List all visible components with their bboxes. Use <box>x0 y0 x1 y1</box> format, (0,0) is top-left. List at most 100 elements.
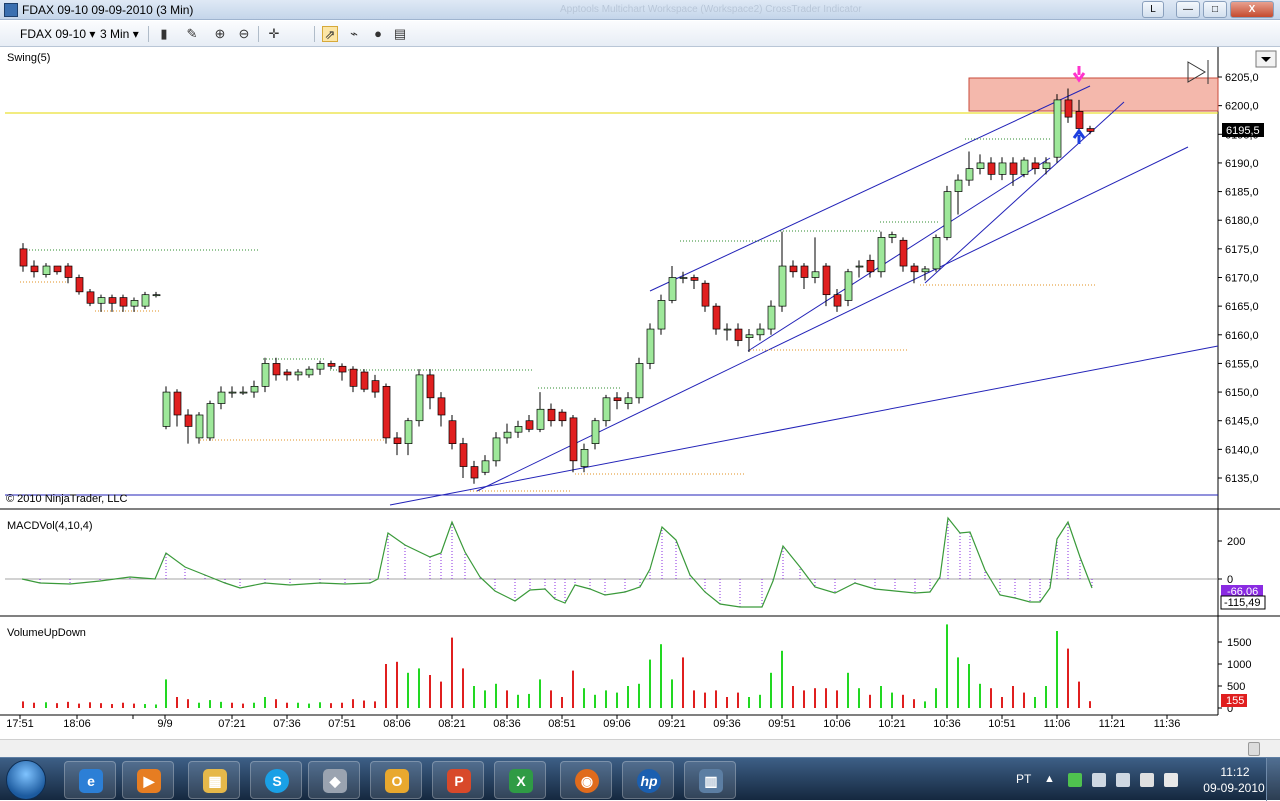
candle-body <box>778 265 787 307</box>
minimize-button[interactable]: — <box>1176 1 1200 18</box>
candle-body <box>119 297 128 307</box>
instrument-dropdown-icon: ▾ <box>89 27 96 41</box>
device-tray-icon[interactable] <box>1140 773 1154 787</box>
taskbar-skype[interactable]: S <box>250 761 302 799</box>
candle-body <box>536 408 545 430</box>
candle-body <box>767 305 776 330</box>
candle-body <box>525 420 534 430</box>
time-tick-label: 09:36 <box>713 718 741 730</box>
clock-time[interactable]: 11:12 <box>1210 765 1260 779</box>
candle-body <box>53 265 62 273</box>
scrollbar-thumb[interactable] <box>1248 742 1260 756</box>
taskbar-hp[interactable]: hp <box>622 761 674 799</box>
time-tick-label: 07:21 <box>218 718 246 730</box>
candle-body <box>152 294 161 297</box>
trendline <box>389 345 1219 506</box>
flag-tray-icon[interactable] <box>1092 773 1106 787</box>
chart-toolbar: FDAX 09-10 ▾ 3 Min ▾ ▮ ✎ ⊕ ⊖ ✛ ⇗ ⌁ ● ▤ <box>0 21 1280 47</box>
horizontal-scrollbar[interactable] <box>0 739 1280 757</box>
price-tick-label: 6180,0 <box>1225 215 1259 227</box>
candle-body <box>305 368 314 376</box>
macd-tick-label: 0 <box>1227 574 1233 586</box>
ninjatrader-app-icon <box>4 3 18 17</box>
volume-tray-icon[interactable] <box>1164 773 1178 787</box>
language-indicator[interactable]: PT <box>1016 772 1031 786</box>
candle-body <box>195 414 204 439</box>
candle-body <box>624 397 633 404</box>
start-button[interactable] <box>6 760 46 800</box>
chart-canvas[interactable]: 6205,06200,06195,06190,06185,06180,06175… <box>0 47 1280 737</box>
instrument-selector[interactable]: FDAX 09-10 ▾ <box>20 25 95 43</box>
link-mode-button[interactable]: L <box>1142 1 1164 18</box>
macd-panel-label: MACDVol(4,10,4) <box>7 520 93 532</box>
candle-body <box>97 297 106 304</box>
candle-body <box>75 277 84 293</box>
last-price-label: 6195,5 <box>1226 125 1260 137</box>
taskbar-ninjatrader[interactable]: ◆ <box>308 761 360 799</box>
zoom-in-icon[interactable]: ⊕ <box>212 26 228 42</box>
data-box-icon[interactable]: ▤ <box>392 26 408 42</box>
network-tray-icon[interactable] <box>1068 773 1082 787</box>
taskbar-app[interactable]: ▥ <box>684 761 736 799</box>
candle-body <box>86 291 95 304</box>
time-tick-label: 11:21 <box>1099 718 1126 730</box>
maximize-button[interactable]: □ <box>1203 1 1227 18</box>
candle-body <box>30 265 39 273</box>
taskbar-firefox[interactable]: ◉ <box>560 761 612 799</box>
candle-body <box>877 237 886 273</box>
time-tick-label: 09:51 <box>768 718 796 730</box>
candle-body <box>712 305 721 330</box>
show-desktop-button[interactable] <box>1266 758 1280 801</box>
close-button[interactable]: X <box>1230 1 1274 18</box>
strategy-icon[interactable]: ⇗ <box>322 26 338 42</box>
candle-body <box>558 411 567 422</box>
candle-body <box>371 380 380 393</box>
candle-body <box>294 371 303 376</box>
properties-icon[interactable]: ● <box>370 26 386 42</box>
candle-body <box>217 391 226 404</box>
macd-value-2: -115,49 <box>1224 597 1261 609</box>
tray-expand-icon[interactable]: ▲ <box>1044 773 1058 787</box>
chart-style-icon[interactable]: ▮ <box>156 26 172 42</box>
time-tick-label: 08:21 <box>438 718 466 730</box>
taskbar-media-player[interactable]: ▶ <box>122 761 174 799</box>
time-tick-label: 10:51 <box>988 718 1016 730</box>
zoom-out-icon[interactable]: ⊖ <box>236 26 252 42</box>
volume-panel-label: VolumeUpDown <box>7 627 86 639</box>
clock-date[interactable]: 09-09-2010 <box>1198 781 1270 795</box>
candle-body <box>580 449 589 467</box>
candle-body <box>228 391 237 394</box>
candle-body <box>360 371 369 390</box>
candle-body <box>943 191 952 238</box>
price-tick-label: 6150,0 <box>1225 387 1259 399</box>
candle-body <box>338 365 347 373</box>
trendline <box>476 146 1189 492</box>
time-tick-label: 17:51 <box>6 718 34 730</box>
candle-body <box>1075 111 1084 129</box>
candle-body <box>382 385 391 439</box>
price-tick-label: 6160,0 <box>1225 330 1259 342</box>
taskbar-ie[interactable]: e <box>64 761 116 799</box>
copyright-text: © 2010 NinjaTrader, LLC <box>6 493 128 505</box>
display-tray-icon[interactable] <box>1116 773 1130 787</box>
candle-body <box>1086 128 1095 132</box>
taskbar-explorer[interactable]: ▦ <box>188 761 240 799</box>
drawing-tool-icon[interactable]: ✎ <box>184 26 200 42</box>
taskbar-outlook[interactable]: O <box>370 761 422 799</box>
time-tick-label: 9/9 <box>157 718 172 730</box>
interval-selector[interactable]: 3 Min ▾ <box>100 25 139 43</box>
system-tray: PT ▲ 11:12 09-09-2010 <box>1010 758 1280 801</box>
candle-body <box>261 363 270 387</box>
interval-dropdown-icon: ▾ <box>132 27 139 41</box>
candle-body <box>811 271 820 278</box>
price-panel-label: Swing(5) <box>7 52 51 64</box>
candle-body <box>679 277 688 279</box>
indicators-icon[interactable]: ⌁ <box>346 26 362 42</box>
crosshair-icon[interactable]: ✛ <box>266 26 282 42</box>
candle-body <box>283 371 292 376</box>
taskbar: e ▶ ▦ S ◆ O P X ◉ hp ▥ PT ▲ 11:12 09-09-… <box>0 757 1280 801</box>
taskbar-excel[interactable]: X <box>494 761 546 799</box>
candle-body <box>173 391 182 416</box>
time-tick-label: 18:06 <box>63 718 91 730</box>
taskbar-powerpoint[interactable]: P <box>432 761 484 799</box>
